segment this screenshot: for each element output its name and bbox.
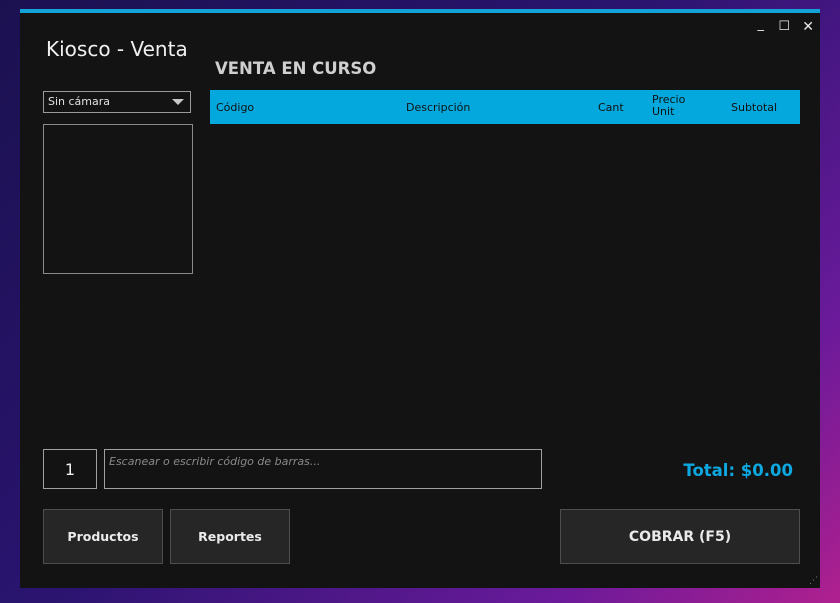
cobrar-button[interactable]: COBRAR (F5) [560, 509, 800, 564]
close-icon[interactable]: ✕ [802, 19, 814, 35]
main-window: _ ☐ ✕ Kiosco - Venta VENTA EN CURSO Sin … [20, 9, 820, 588]
column-precio-unit[interactable]: Precio Unit [652, 94, 692, 118]
quantity-input[interactable] [43, 449, 97, 489]
sale-title: VENTA EN CURSO [215, 59, 377, 78]
maximize-icon[interactable]: ☐ [778, 19, 790, 35]
sale-grid-header: Código Descripción Cant Precio Unit Subt… [210, 90, 800, 124]
column-cant[interactable]: Cant [598, 101, 624, 114]
column-codigo[interactable]: Código [216, 101, 254, 114]
minimize-icon[interactable]: _ [758, 17, 765, 33]
camera-select-value: Sin cámara [48, 95, 111, 108]
camera-select[interactable]: Sin cámara [43, 91, 191, 113]
window-title: Kiosco - Venta [46, 37, 188, 61]
camera-preview [43, 124, 193, 274]
column-subtotal[interactable]: Subtotal [731, 101, 777, 114]
resize-grip-icon[interactable]: ⋰ [809, 577, 818, 586]
column-descripcion[interactable]: Descripción [406, 101, 470, 114]
barcode-input[interactable] [104, 449, 542, 489]
chevron-down-icon [172, 99, 184, 105]
total-label: Total: $0.00 [683, 461, 793, 480]
reportes-button[interactable]: Reportes [170, 509, 290, 564]
productos-button[interactable]: Productos [43, 509, 163, 564]
